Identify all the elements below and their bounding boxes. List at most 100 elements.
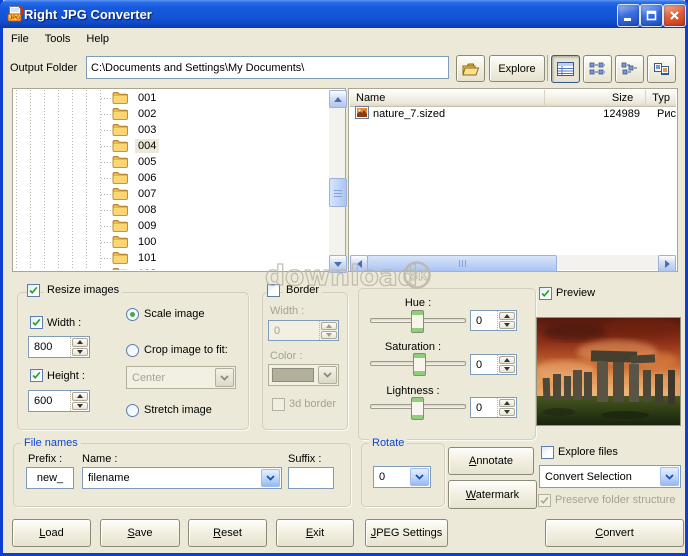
scroll-down-icon [334, 262, 342, 267]
dropdown-button[interactable] [261, 469, 280, 487]
scroll-down-button[interactable] [329, 255, 347, 273]
menu-file[interactable]: File [3, 31, 37, 47]
height-spin-down[interactable] [72, 402, 88, 411]
saturation-spin-down[interactable] [499, 365, 515, 373]
lightness-spin-up[interactable] [499, 399, 515, 407]
thumbnails-view-icon [653, 62, 670, 76]
scroll-right-button[interactable] [658, 255, 676, 272]
browse-folder-button[interactable] [456, 55, 485, 82]
load-button[interactable]: Load [12, 519, 91, 547]
output-folder-input[interactable] [86, 56, 449, 79]
height-spinner[interactable]: 600 [28, 390, 90, 412]
saturation-spinner[interactable]: 0 [470, 354, 517, 375]
lightness-spinner[interactable]: 0 [470, 397, 517, 418]
small-icons-view-icon [589, 62, 606, 76]
color-swatch [272, 368, 314, 382]
hue-spin-up[interactable] [499, 312, 515, 320]
tree-folder-row[interactable]: 003 [14, 122, 328, 138]
tree-folder-row[interactable]: 008 [14, 202, 328, 218]
tree-folder-row[interactable]: 005 [14, 154, 328, 170]
exit-button[interactable]: Exit [276, 519, 354, 547]
view-small-icons-button[interactable] [583, 55, 612, 83]
tree-folder-row[interactable]: 101 [14, 250, 328, 266]
convert-button[interactable]: Convert [545, 519, 684, 547]
menu-help[interactable]: Help [78, 31, 117, 47]
stretch-image-radio[interactable] [126, 404, 139, 417]
convert-selection-dropdown[interactable]: Convert Selection [539, 465, 681, 488]
saturation-slider-thumb[interactable] [413, 353, 426, 376]
file-row[interactable]: nature_7.sized 124989 Рису [350, 106, 676, 122]
hue-slider-thumb[interactable] [411, 310, 424, 333]
reset-button[interactable]: Reset [188, 519, 267, 547]
preserve-structure-checkbox [538, 494, 551, 507]
lightness-spin-down[interactable] [499, 408, 515, 416]
preview-image [537, 318, 680, 425]
minimize-button[interactable] [617, 4, 640, 27]
view-list-button[interactable] [615, 55, 644, 83]
name-dropdown[interactable]: filename [82, 467, 282, 489]
tree-folder-row-selected[interactable]: 004 [14, 138, 328, 154]
rotate-dropdown[interactable]: 0 [373, 466, 431, 488]
height-checkbox[interactable] [30, 369, 43, 382]
file-name: nature_7.sized [373, 108, 546, 120]
view-thumbnails-button[interactable] [647, 55, 676, 83]
column-header-size[interactable]: Size [545, 90, 647, 106]
folder-open-icon [462, 62, 480, 76]
explore-files-checkbox[interactable] [541, 446, 554, 459]
prefix-input[interactable] [26, 467, 74, 489]
menu-tools[interactable]: Tools [37, 31, 79, 47]
scroll-up-button[interactable] [329, 90, 347, 108]
suffix-input[interactable] [288, 467, 334, 489]
saturation-spin-up[interactable] [499, 356, 515, 364]
resize-images-checkbox[interactable] [27, 284, 40, 297]
title-bar[interactable]: JPG Right JPG Converter [0, 0, 688, 28]
check-icon [31, 370, 42, 381]
border-checkbox[interactable] [267, 284, 280, 297]
file-list-panel: Name Size Typ nature_7.sized 124989 Рису [348, 88, 678, 272]
minimize-icon [622, 9, 635, 22]
width-spin-up[interactable] [72, 338, 88, 347]
watermark-button[interactable]: Watermark [448, 480, 537, 509]
preview-checkbox[interactable] [539, 287, 552, 300]
tree-folder-row[interactable]: 006 [14, 170, 328, 186]
check-icon [31, 317, 42, 328]
hscrollbar-thumb[interactable] [367, 255, 557, 272]
dropdown-button[interactable] [660, 467, 679, 486]
tree-folder-row[interactable]: 007 [14, 186, 328, 202]
scroll-left-button[interactable] [350, 255, 368, 272]
height-spin-up[interactable] [72, 392, 88, 401]
folder-icon [112, 235, 128, 251]
column-header-name[interactable]: Name [350, 90, 545, 106]
tree-folder-row[interactable]: 009 [14, 218, 328, 234]
annotate-button[interactable]: Annotate [448, 447, 534, 475]
file-list-hscrollbar[interactable] [350, 255, 676, 270]
width-spinner[interactable]: 800 [28, 336, 90, 358]
maximize-button[interactable] [640, 4, 663, 27]
explore-button[interactable]: Explore [489, 55, 545, 82]
view-details-button[interactable] [551, 55, 580, 83]
column-header-type[interactable]: Typ [646, 90, 676, 106]
dropdown-button[interactable] [410, 468, 429, 486]
scrollbar-thumb[interactable] [329, 178, 347, 207]
tree-scrollbar[interactable] [329, 90, 345, 271]
tree-folder-row[interactable]: 100 [14, 234, 328, 250]
lightness-slider-thumb[interactable] [411, 397, 424, 420]
scale-image-radio[interactable] [126, 308, 139, 321]
close-button[interactable] [663, 4, 686, 27]
folder-icon [112, 171, 128, 187]
jpeg-settings-button[interactable]: JPEG Settings [365, 519, 448, 547]
hue-spinner[interactable]: 0 [470, 310, 517, 331]
stretch-image-label: Stretch image [144, 404, 212, 416]
app-window: JPG Right JPG Converter File Tools Help … [0, 0, 688, 556]
tree-folder-row[interactable]: 002 [14, 106, 328, 122]
tree-folder-row[interactable]: 001 [14, 90, 328, 106]
crop-image-radio[interactable] [126, 344, 139, 357]
lightness-label: Lightness : [375, 385, 451, 397]
width-spin-down[interactable] [72, 348, 88, 357]
dropdown-button [318, 366, 337, 384]
hue-spin-down[interactable] [499, 321, 515, 329]
save-button[interactable]: Save [100, 519, 180, 547]
tree-folder-row[interactable]: 102 [14, 266, 328, 270]
width-checkbox[interactable] [30, 316, 43, 329]
chevron-down-icon [415, 474, 424, 480]
